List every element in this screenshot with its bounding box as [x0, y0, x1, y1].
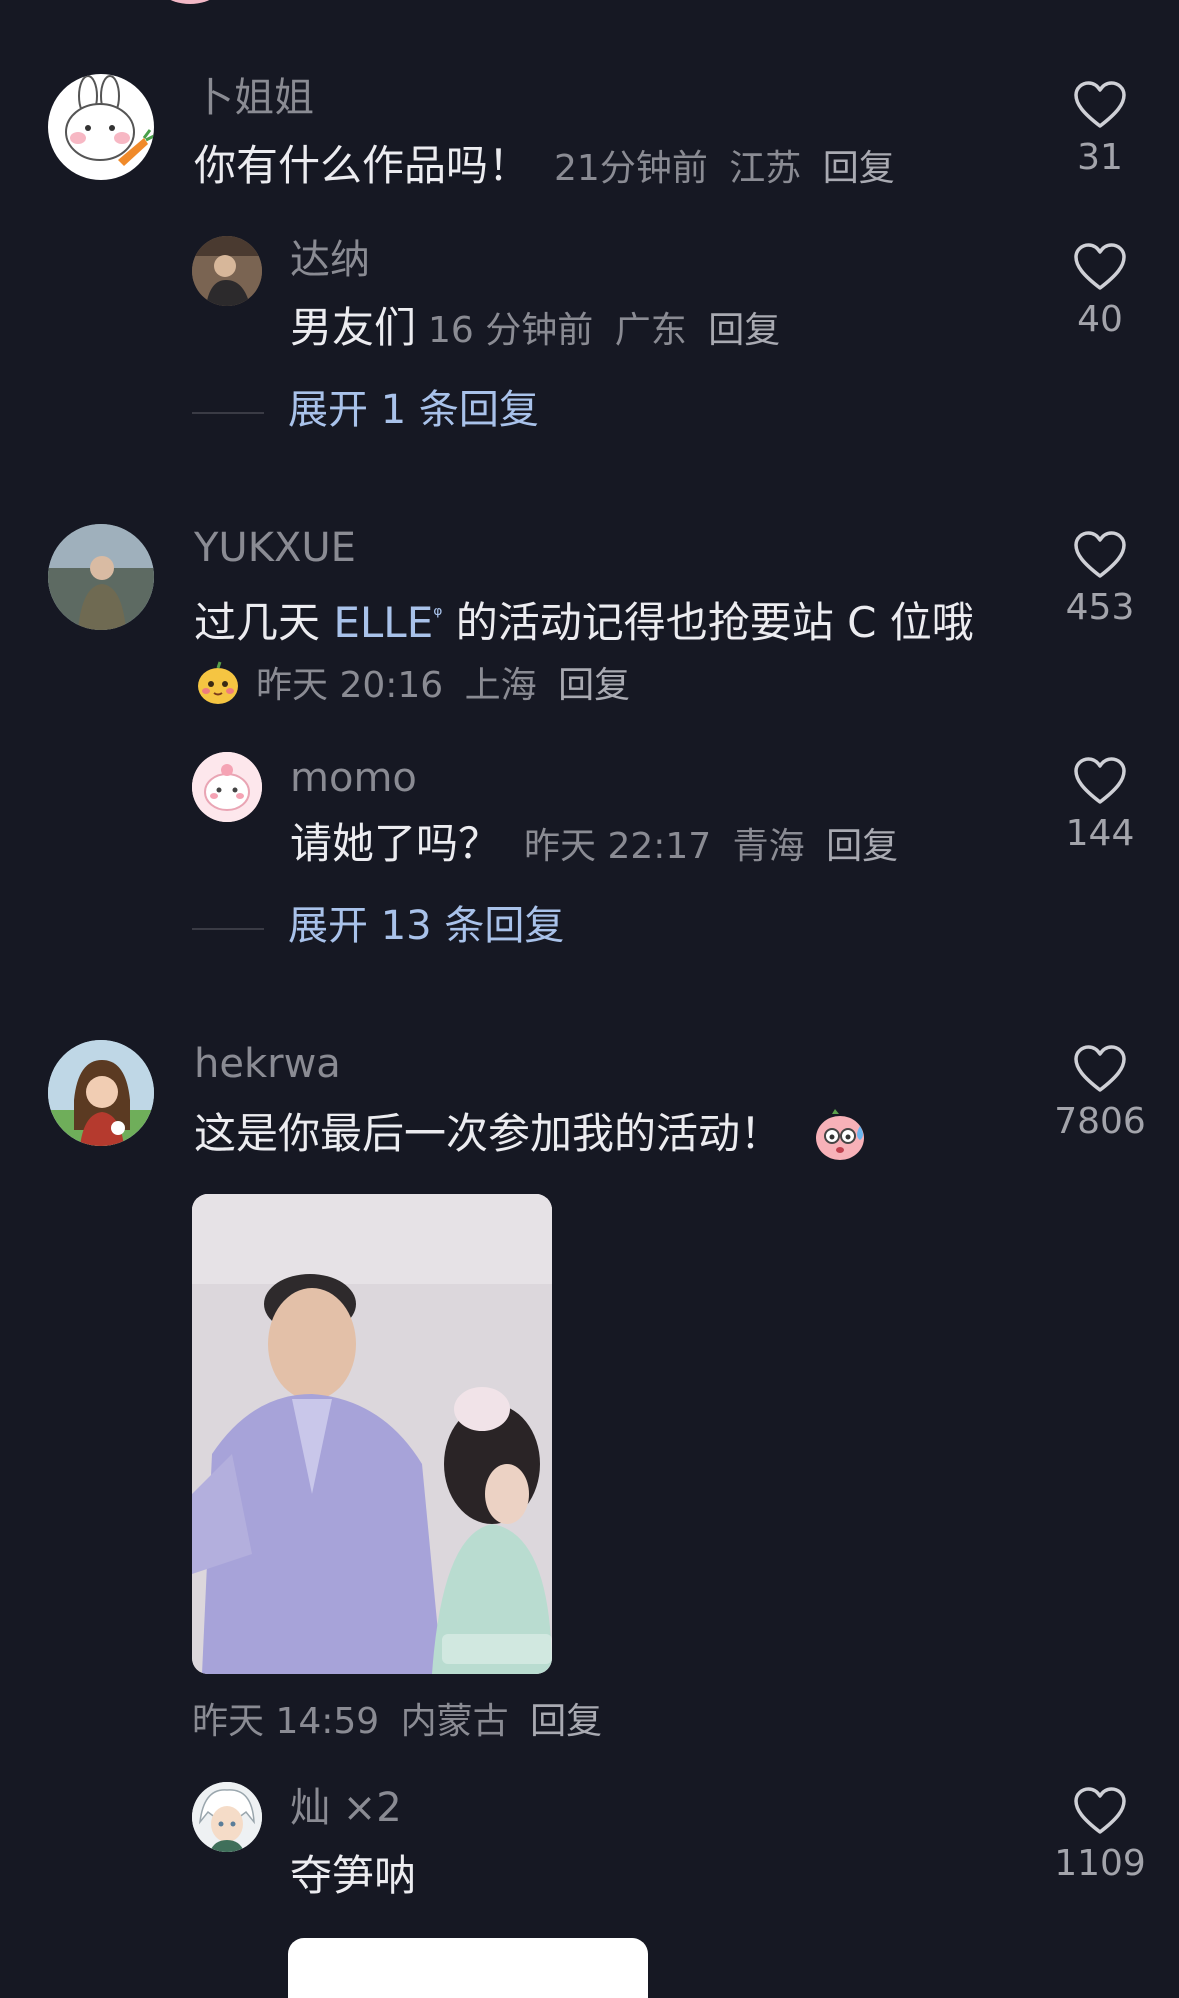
like-count: 144	[1065, 813, 1135, 854]
pink-cartoon-avatar[interactable]	[192, 752, 262, 822]
expand-divider	[192, 412, 264, 414]
heart-icon	[1074, 243, 1126, 290]
comment-location: 江苏	[729, 148, 802, 189]
comment-meta: 昨天 14:59 内蒙古 回复	[192, 1701, 612, 1742]
like-count: 7806	[1054, 1101, 1146, 1142]
comment-text: 你有什么作品吗！	[194, 141, 531, 190]
comment-text-before: 过几天	[194, 598, 334, 647]
like-button[interactable]: 40	[1045, 242, 1155, 342]
event-video-thumbnail[interactable]	[192, 1194, 552, 1674]
comment-username[interactable]: 卜姐姐	[194, 74, 314, 122]
reply-text: 请她了吗？	[290, 819, 501, 868]
anime-boy-avatar[interactable]	[192, 1782, 262, 1852]
like-count: 453	[1065, 587, 1135, 628]
comment-time: 21分钟前	[554, 148, 708, 189]
reply-location: 青海	[732, 826, 805, 867]
reply-button[interactable]: 回复	[558, 665, 630, 706]
reply-username[interactable]: 灿 ×2	[290, 1784, 402, 1832]
mention-link[interactable]: ELLEᵠ	[333, 598, 442, 647]
illustrated-girl-avatar[interactable]	[48, 1040, 154, 1146]
like-button[interactable]: 144	[1045, 756, 1155, 856]
reply-text: 夺笋呐	[290, 1851, 417, 1900]
comment-meta-row: 昨天 14:59 内蒙古 回复	[192, 1692, 612, 1744]
comment-location: 上海	[464, 665, 537, 706]
reply-location: 广东	[614, 310, 687, 351]
partial-avatar-top	[150, 0, 230, 4]
like-button[interactable]: 31	[1045, 80, 1155, 180]
reply-username[interactable]: momo	[290, 754, 417, 802]
reply-time: 16 分钟前	[428, 310, 594, 351]
heart-icon	[1074, 757, 1126, 804]
like-button[interactable]: 1109	[1045, 1786, 1155, 1886]
reply-button[interactable]: 回复	[530, 1701, 602, 1742]
comment-text-row: 这是你最后一次参加我的活动！	[194, 1106, 868, 1162]
comment-meta: 21分钟前 江苏 回复	[554, 148, 905, 189]
comment-time: 昨天 14:59	[192, 1701, 380, 1742]
heart-icon	[1074, 531, 1126, 578]
bunny-carrot-avatar[interactable]	[48, 74, 154, 180]
expand-divider	[192, 928, 264, 930]
comment-username[interactable]: hekrwa	[194, 1040, 341, 1088]
like-button[interactable]: 453	[1045, 530, 1155, 630]
like-count: 31	[1077, 137, 1123, 178]
heart-icon	[1074, 1787, 1126, 1834]
reply-text: 男友们	[290, 303, 417, 352]
like-count: 1109	[1054, 1843, 1146, 1884]
reply-button[interactable]: 回复	[826, 826, 898, 867]
reply-text-row: 请她了吗？ 昨天 22:17 青海 回复	[290, 818, 908, 873]
reply-time: 昨天 22:17	[524, 826, 712, 867]
man-photo-avatar[interactable]	[192, 236, 262, 306]
comment-location: 内蒙古	[400, 1701, 509, 1742]
like-button[interactable]: 7806	[1045, 1044, 1155, 1144]
comment-text-row: 你有什么作品吗！ 21分钟前 江苏 回复	[194, 140, 905, 195]
yellow-blush-sticker	[194, 658, 242, 706]
sweating-face-sticker	[812, 1106, 868, 1162]
reply-text-row: 男友们 16 分钟前 广东 回复	[290, 302, 790, 357]
reply-username[interactable]: 达纳	[290, 236, 370, 284]
expand-replies-button[interactable]: 展开 1 条回复	[288, 386, 539, 434]
comment-username[interactable]: YUKXUE	[194, 524, 356, 572]
reply-button[interactable]: 回复	[708, 310, 780, 351]
woman-photo-avatar[interactable]	[48, 524, 154, 630]
comment-meta: 昨天 20:16 上海 回复	[256, 656, 640, 708]
comment-text-row: 过几天 ELLEᵠ 的活动记得也抢要站 C 位哦	[194, 590, 974, 649]
comment-time: 昨天 20:16	[256, 665, 444, 706]
expand-replies-button[interactable]: 展开 13 条回复	[288, 902, 564, 950]
reply-meta: 昨天 22:17 青海 回复	[524, 826, 908, 867]
comment-meta-row: 昨天 20:16 上海 回复	[194, 656, 640, 708]
heart-icon	[1074, 81, 1126, 128]
reply-meta: 16 分钟前 广东 回复	[428, 310, 790, 351]
mention-text: ELLE	[333, 598, 434, 647]
comment-text-after: 的活动记得也抢要站 C 位哦	[442, 598, 974, 647]
comment-text: 这是你最后一次参加我的活动！	[194, 1109, 783, 1158]
like-count: 40	[1077, 299, 1123, 340]
heart-icon	[1074, 1045, 1126, 1092]
reply-image-thumbnail[interactable]	[288, 1938, 648, 1998]
reply-button[interactable]: 回复	[823, 148, 895, 189]
